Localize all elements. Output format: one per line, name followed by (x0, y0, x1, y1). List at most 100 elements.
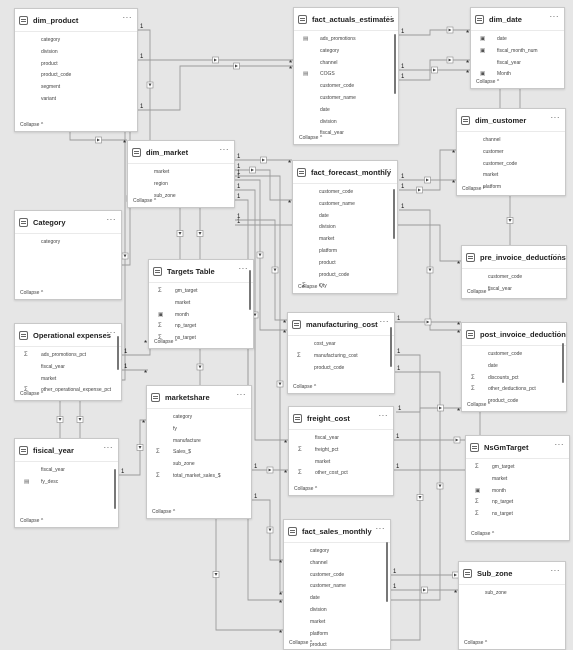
field-row[interactable]: category (15, 35, 137, 47)
relationship-line[interactable] (391, 371, 441, 601)
field-row[interactable]: market (289, 457, 393, 469)
field-row[interactable]: date (293, 211, 397, 223)
collapse-button[interactable]: Collapse ^ (471, 531, 494, 537)
collapse-button[interactable]: Collapse ^ (152, 509, 175, 515)
field-row[interactable]: market (466, 474, 569, 486)
field-row[interactable]: ▤ fy_desc (15, 477, 118, 489)
field-row[interactable]: fiscal_year (471, 58, 564, 70)
table-header[interactable]: dim_product ··· (15, 9, 137, 32)
relationship-line[interactable] (122, 339, 151, 356)
relationship-line[interactable] (119, 419, 146, 476)
scrollbar[interactable] (249, 270, 251, 310)
field-row[interactable]: Σads_promotions_pct (15, 350, 121, 362)
table-card-post-invoice-deductions[interactable]: post_invoice_deductions ··· customer_code d… (461, 322, 567, 412)
table-card-targets-table[interactable]: Targets Table ··· Σgm_target market ▣ month Σn… (148, 259, 254, 349)
collapse-button[interactable]: Collapse ^ (293, 384, 316, 390)
field-row[interactable]: customer_name (293, 199, 397, 211)
more-options-icon[interactable]: ··· (220, 145, 230, 154)
relationship-line[interactable] (122, 132, 126, 381)
field-row[interactable]: variant (15, 94, 137, 106)
field-row[interactable]: Σother_cost_pct (289, 468, 393, 480)
scrollbar[interactable] (393, 189, 395, 239)
field-row[interactable]: Σpre_invoice_discount_pct (462, 296, 566, 299)
more-options-icon[interactable]: ··· (237, 390, 247, 399)
table-header[interactable]: Sub_zone ··· (459, 562, 565, 585)
field-row[interactable]: market (128, 167, 234, 179)
relationship-line[interactable] (399, 209, 461, 331)
table-header[interactable]: Targets Table ··· (149, 260, 253, 283)
field-row[interactable]: category (284, 546, 390, 558)
collapse-button[interactable]: Collapse ^ (464, 640, 487, 646)
field-row[interactable]: division (284, 605, 390, 617)
table-card-fact-forecast-monthly[interactable]: fact_forecast_monthly ··· customer_code cus… (292, 160, 398, 294)
field-row[interactable]: date (294, 105, 398, 117)
collapse-button[interactable]: Collapse ^ (299, 135, 322, 141)
field-row[interactable]: product_code (293, 270, 397, 282)
more-options-icon[interactable]: ··· (107, 215, 117, 224)
more-options-icon[interactable]: ··· (384, 12, 394, 21)
more-options-icon[interactable]: ··· (383, 165, 393, 174)
more-options-icon[interactable]: ··· (123, 13, 133, 22)
table-card-dim-date[interactable]: dim_date ··· ▣ date ▣ fiscal_month_num fiscal_… (470, 7, 565, 89)
field-row[interactable]: Σ Sales_$ (147, 447, 251, 459)
table-header[interactable]: fisical_year ··· (15, 439, 118, 462)
field-row[interactable]: fiscal_year (15, 362, 121, 374)
collapse-button[interactable]: Collapse ^ (467, 289, 490, 295)
table-header[interactable]: fact_forecast_monthly ··· (293, 161, 397, 184)
field-row[interactable]: region (128, 179, 234, 191)
table-header[interactable]: post_invoice_deductions ··· (462, 323, 566, 346)
collapse-button[interactable]: Collapse ^ (154, 339, 177, 345)
more-options-icon[interactable]: ··· (551, 566, 561, 575)
relationship-line[interactable] (235, 175, 283, 593)
table-card-dim-market[interactable]: dim_market ··· market region sub_zone Collaps… (127, 140, 235, 208)
field-row[interactable]: ▤ ads_promotions (294, 34, 398, 46)
collapse-button[interactable]: Collapse ^ (20, 290, 43, 296)
table-card-fact-actuals-estimates[interactable]: fact_actuals_estimates ··· ▤ ads_promotions… (293, 7, 399, 145)
collapse-button[interactable]: Collapse ^ (294, 486, 317, 492)
relationship-line[interactable] (252, 499, 283, 561)
field-row[interactable]: product (15, 59, 137, 71)
field-row[interactable]: fiscal_year (15, 465, 118, 477)
field-row[interactable]: Σmanufacturing_cost (288, 351, 394, 363)
field-row[interactable]: cost_year (288, 339, 394, 351)
collapse-button[interactable]: Collapse ^ (476, 79, 499, 85)
field-row[interactable]: Σother_deductions_pct (462, 384, 566, 396)
field-row[interactable]: division (15, 47, 137, 59)
field-row[interactable]: Σdiscounts_pct (462, 373, 566, 385)
relationship-line[interactable] (215, 519, 283, 631)
field-row[interactable]: ▣ date (471, 34, 564, 46)
field-row[interactable]: division (293, 222, 397, 234)
table-header[interactable]: dim_market ··· (128, 141, 234, 164)
field-row[interactable]: division (294, 117, 398, 129)
more-options-icon[interactable]: ··· (379, 411, 389, 420)
field-row[interactable]: market (293, 234, 397, 246)
field-row[interactable]: customer_code (457, 159, 565, 171)
field-row[interactable]: product_code (288, 363, 394, 375)
more-options-icon[interactable]: ··· (550, 12, 560, 21)
field-row[interactable]: customer_name (284, 581, 390, 593)
more-options-icon[interactable]: ··· (552, 250, 562, 259)
more-options-icon[interactable]: ··· (551, 113, 561, 122)
field-row[interactable]: market (15, 374, 121, 386)
field-row[interactable]: customer_code (462, 349, 566, 361)
table-header[interactable]: dim_date ··· (471, 8, 564, 31)
more-options-icon[interactable]: ··· (376, 524, 386, 533)
field-row[interactable]: market (149, 298, 253, 310)
field-row[interactable]: customer (457, 147, 565, 159)
relationship-line[interactable] (138, 29, 151, 140)
relationship-line[interactable] (235, 169, 292, 201)
table-header[interactable]: Operational expenses ··· (15, 324, 121, 347)
field-row[interactable]: customer_code (462, 272, 566, 284)
table-card-marketshare[interactable]: marketshare ··· category fy manufacture Σ Sale… (146, 385, 252, 519)
field-row[interactable]: customer_name (294, 93, 398, 105)
field-row[interactable]: Σgm_target (149, 286, 253, 298)
table-card-sub-zone[interactable]: Sub_zone ··· sub_zone Collapse ^ (458, 561, 566, 650)
scrollbar[interactable] (114, 469, 116, 509)
table-header[interactable]: dim_customer ··· (457, 109, 565, 132)
field-row[interactable]: Σfreight_pct (289, 445, 393, 457)
table-card-operational-expenses[interactable]: Operational expenses ··· Σads_promotions_p… (14, 323, 122, 401)
collapse-button[interactable]: Collapse ^ (20, 122, 43, 128)
scrollbar[interactable] (117, 336, 119, 370)
collapse-button[interactable]: Collapse ^ (467, 402, 490, 408)
field-row[interactable]: channel (284, 558, 390, 570)
